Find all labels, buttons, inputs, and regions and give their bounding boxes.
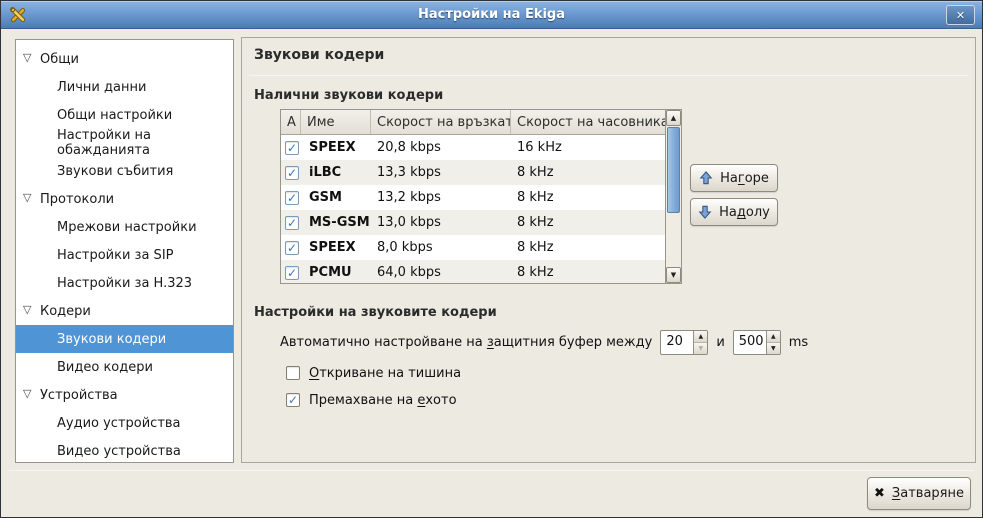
titlebar[interactable]: Настройки на Ekiga ✕ (1, 1, 982, 29)
sidebar-item-obshti-nastroyki[interactable]: Общи настройки (16, 101, 233, 129)
scrollbar-down-button[interactable]: ▼ (666, 267, 681, 283)
scroll-up-icon: ▲ (671, 114, 676, 122)
codec-settings-section-title: Настройки на звуковите кодери (254, 305, 497, 320)
checkbox-box[interactable]: ✓ (286, 393, 300, 407)
sidebar-item-nastroyki-h323[interactable]: Настройки за H.323 (16, 269, 233, 297)
codec-enabled-checkbox[interactable]: ✓ (285, 266, 299, 280)
codecs-table-header: А Име Скорост на връзката Скорост на час… (281, 110, 665, 135)
codec-enabled-checkbox[interactable]: ✓ (285, 141, 299, 155)
window-close-button[interactable]: ✕ (946, 5, 975, 25)
spin-down-icon[interactable]: ▼ (694, 343, 707, 354)
sidebar-group-koderi[interactable]: ▽ Кодери (16, 297, 233, 325)
available-codecs-section-title: Налични звукови кодери (254, 88, 443, 103)
table-row[interactable]: ✓ PCMU 64,0 kbps 8 kHz (281, 260, 665, 284)
sidebar-item-audio-ustroystva[interactable]: Аудио устройства (16, 409, 233, 437)
table-row[interactable]: ✓ GSM 13,2 kbps 8 kHz (281, 185, 665, 210)
main-panel: Звукови кодери Налични звукови кодери А … (241, 37, 976, 463)
sections-tree: ▽ Общи Лични данни Общи настройки Настро… (15, 39, 234, 463)
sidebar-item-lichni-danni[interactable]: Лични данни (16, 73, 233, 101)
sidebar-group-protokoli[interactable]: ▽ Протоколи (16, 185, 233, 213)
codec-enabled-checkbox[interactable]: ✓ (285, 216, 299, 230)
expander-icon[interactable]: ▽ (23, 387, 31, 401)
sidebar-item-mrezhovi-nastroyki[interactable]: Мрежови настройки (16, 213, 233, 241)
check-icon: ✓ (287, 242, 297, 254)
expander-icon[interactable]: ▽ (23, 191, 31, 205)
arrow-up-icon (699, 171, 713, 185)
column-header-active[interactable]: А (281, 110, 301, 134)
dialog-body: ▽ Общи Лични данни Общи настройки Настро… (1, 29, 982, 517)
sidebar-item-video-ustroystva[interactable]: Видео устройства (16, 437, 233, 463)
codec-enabled-checkbox[interactable]: ✓ (285, 191, 299, 205)
sidebar-group-obshti[interactable]: ▽ Общи (16, 45, 233, 73)
window-title: Настройки на Ekiga (1, 7, 982, 22)
sidebar-item-nastroyki-sip[interactable]: Настройки за SIP (16, 241, 233, 269)
table-row[interactable]: ✓ SPEEX 20,8 kbps 16 kHz (281, 135, 665, 160)
column-header-name[interactable]: Име (301, 110, 371, 134)
column-header-clockrate[interactable]: Скорост на часовника (511, 110, 665, 134)
spin-up-icon[interactable]: ▲ (694, 331, 707, 343)
table-row[interactable]: ✓ MS-GSM 13,0 kbps 8 kHz (281, 210, 665, 235)
checkbox-box[interactable]: ✓ (286, 366, 300, 380)
move-up-button[interactable]: Нагоре (690, 164, 778, 192)
sidebar-item-zvukovi-sabitiya[interactable]: Звукови събития (16, 157, 233, 185)
table-row[interactable]: ✓ SPEEX 8,0 kbps 8 kHz (281, 235, 665, 260)
close-icon: ✕ (956, 9, 965, 22)
scroll-down-icon: ▼ (671, 271, 676, 279)
check-icon: ✓ (287, 192, 297, 204)
sidebar-item-video-koderi[interactable]: Видео кодери (16, 353, 233, 381)
echo-cancellation-label: Премахване на ехото (309, 393, 457, 408)
spin-up-icon[interactable]: ▲ (767, 331, 780, 343)
footer-separator (9, 470, 974, 471)
header-separator (249, 75, 968, 76)
silence-detection-label: Откриване на тишина (309, 366, 461, 381)
table-scrollbar[interactable]: ▲ ▼ (665, 110, 681, 283)
check-icon: ✓ (287, 267, 297, 279)
spin-down-icon[interactable]: ▼ (767, 343, 780, 354)
check-icon: ✓ (288, 394, 298, 406)
check-icon: ✓ (287, 167, 297, 179)
move-down-button[interactable]: Надолу (690, 198, 778, 226)
jitter-max-value[interactable]: 500 (734, 331, 766, 354)
expander-icon[interactable]: ▽ (23, 51, 31, 65)
close-button-label: Затваряне (892, 486, 964, 501)
arrow-down-icon (698, 205, 712, 219)
scrollbar-thumb[interactable] (667, 127, 680, 213)
check-icon: ✓ (287, 217, 297, 229)
column-header-bitrate[interactable]: Скорост на връзката (371, 110, 511, 134)
jitter-buffer-row: Автоматично настройване на защитния буфе… (280, 329, 808, 355)
table-row[interactable]: ✓ iLBC 13,3 kbps 8 kHz (281, 160, 665, 185)
codec-enabled-checkbox[interactable]: ✓ (285, 166, 299, 180)
codecs-table: А Име Скорост на връзката Скорост на час… (280, 109, 682, 284)
scrollbar-up-button[interactable]: ▲ (666, 110, 681, 126)
sidebar-group-ustroystva[interactable]: ▽ Устройства (16, 381, 233, 409)
close-dialog-button[interactable]: ✖ Затваряне (867, 477, 971, 510)
echo-cancellation-checkbox[interactable]: ✓ Премахване на ехото (286, 392, 457, 408)
jitter-unit-label: ms (789, 335, 808, 350)
expander-icon[interactable]: ▽ (23, 303, 31, 317)
jitter-max-spinner[interactable]: 500 ▲ ▼ (733, 330, 781, 355)
jitter-min-value[interactable]: 20 (661, 331, 693, 354)
silence-detection-checkbox[interactable]: ✓ Откриване на тишина (286, 365, 461, 381)
page-title: Звукови кодери (254, 47, 384, 63)
sidebar-item-nastroyki-obazhdaniya[interactable]: Настройки на обажданията (16, 129, 233, 157)
jitter-min-spinner[interactable]: 20 ▲ ▼ (660, 330, 708, 355)
sidebar-item-zvukovi-koderi[interactable]: Звукови кодери (16, 325, 233, 353)
jitter-buffer-label: Автоматично настройване на защитния буфе… (280, 335, 652, 350)
preferences-dialog: Настройки на Ekiga ✕ ▽ Общи Лични данни … (0, 0, 983, 518)
check-icon: ✓ (287, 142, 297, 154)
move-down-label: Надолу (719, 205, 770, 220)
codec-enabled-checkbox[interactable]: ✓ (285, 241, 299, 255)
close-x-icon: ✖ (874, 486, 885, 501)
move-up-label: Нагоре (720, 171, 769, 186)
codecs-table-content: А Име Скорост на връзката Скорост на час… (281, 110, 665, 283)
jitter-conjunction-label: и (716, 335, 724, 350)
